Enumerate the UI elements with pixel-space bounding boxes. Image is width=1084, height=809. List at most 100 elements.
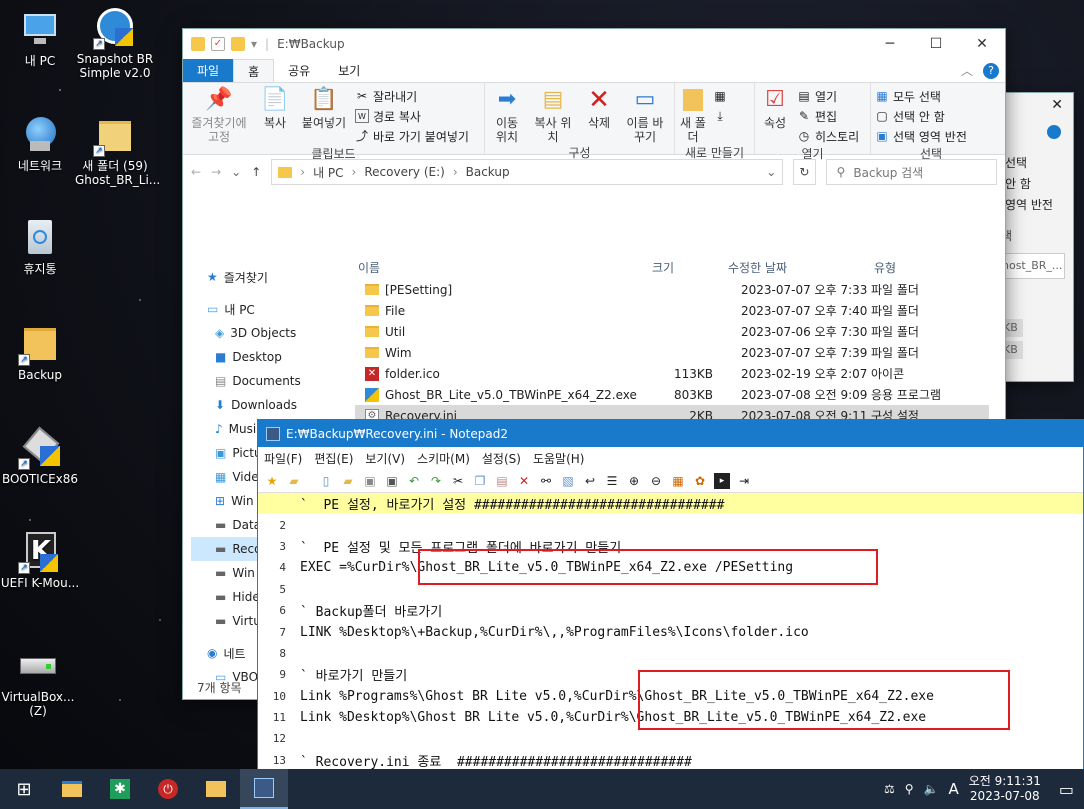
start-button[interactable]: ⊞ — [0, 769, 48, 809]
network-status-icon[interactable]: ⚲ — [905, 782, 914, 796]
menu-view[interactable]: 보기(V) — [365, 450, 405, 467]
volume-icon[interactable]: 🔈 — [924, 782, 939, 796]
menu-settings[interactable]: 설정(S) — [482, 450, 521, 467]
search-input[interactable]: ⚲ Backup 검색 — [825, 159, 997, 185]
zoom-out-icon[interactable]: ⊖ — [648, 473, 664, 489]
close-button[interactable]: ✕ — [959, 29, 1005, 59]
scheme-icon[interactable]: ▦ — [670, 473, 686, 489]
redo-icon[interactable]: ↷ — [428, 473, 444, 489]
pin-quick-access-button[interactable]: 📌 즐겨찾기에 고정 — [187, 87, 251, 145]
desktop-icon-my-pc[interactable]: 내 PC — [0, 10, 80, 68]
desktop-icon-uefi-kmou[interactable]: K ↗ UEFI K-Mou... — [0, 532, 80, 590]
desktop-icon-backup[interactable]: ↗ Backup — [0, 324, 80, 382]
clock[interactable]: 오전 9:11:31 2023-07-08 — [969, 774, 1041, 804]
select-none-label[interactable]: 안 함 — [1005, 174, 1053, 195]
taskbar-folder[interactable] — [192, 769, 240, 809]
taskbar-explorer[interactable] — [48, 769, 96, 809]
palette-icon[interactable]: ✿ — [692, 473, 708, 489]
nav-item[interactable]: ■ Desktop — [191, 345, 351, 369]
up-arrow-icon[interactable]: ↑ — [251, 165, 261, 179]
easy-access-icon[interactable]: ⤓ — [713, 109, 727, 123]
file-row[interactable]: ✕ folder.ico 113KB 2023-02-19 오후 2:07 아이콘 — [355, 363, 989, 384]
notification-icon[interactable]: ▭ — [1059, 780, 1074, 799]
nav-this-pc[interactable]: ▭ 내 PC — [191, 297, 351, 321]
copy-to-button[interactable]: ▤ 복사 위치 — [531, 87, 575, 145]
text-editor[interactable]: 1234567891011121314 ` PE 설정, 바로가기 설정 ###… — [258, 493, 1083, 808]
minimize-button[interactable]: ─ — [867, 29, 913, 59]
notepad2-window[interactable]: E:₩Backup₩Recovery.ini - Notepad2 파일(F) … — [257, 419, 1084, 809]
new-item-icon[interactable]: ▦ — [713, 89, 727, 103]
taskbar-power[interactable]: ⏻ — [144, 769, 192, 809]
word-wrap-icon[interactable]: ↩ — [582, 473, 598, 489]
menu-file[interactable]: 파일(F) — [264, 450, 302, 467]
address-bar[interactable]: › 내 PC › Recovery (E:) › Backup ⌄ — [271, 159, 784, 185]
new-file-icon[interactable]: ▯ — [318, 473, 334, 489]
ime-indicator[interactable]: A — [948, 780, 958, 798]
paste-button[interactable]: 📋 붙여넣기 — [299, 87, 349, 145]
menu-edit[interactable]: 편집(E) — [314, 450, 353, 467]
maximize-button[interactable]: ☐ — [913, 29, 959, 59]
tray-app-icon[interactable]: ⚖ — [884, 782, 895, 796]
nav-item[interactable]: ⬇ Downloads — [191, 393, 351, 417]
copy-button[interactable]: 📄 복사 — [257, 87, 293, 145]
save-icon[interactable]: ▣ — [362, 473, 378, 489]
desktop-icon-booticex86[interactable]: ↗ BOOTICEx86 — [0, 426, 80, 486]
edit-button[interactable]: ✎ 편집 — [797, 107, 859, 125]
cut-button[interactable]: ✂ 잘라내기 — [355, 87, 469, 105]
column-size[interactable]: 크기 — [652, 259, 728, 276]
breadcrumb-backup[interactable]: Backup — [466, 165, 510, 179]
nav-quick-access[interactable]: ★ 즐겨찾기 — [191, 265, 351, 289]
nav-item[interactable]: ◈ 3D Objects — [191, 321, 351, 345]
properties-button[interactable]: ☑ 속성 — [759, 87, 791, 145]
cut-icon[interactable]: ✂ — [450, 473, 466, 489]
copy-icon[interactable]: ❐ — [472, 473, 488, 489]
breadcrumb-my-pc[interactable]: 내 PC — [313, 164, 343, 181]
history-button[interactable]: ◷ 히스토리 — [797, 127, 859, 145]
explorer-titlebar[interactable]: ✓ ▾ | E:₩Backup ─ ☐ ✕ — [183, 29, 1005, 59]
column-modified[interactable]: 수정한 날짜 — [728, 259, 874, 276]
new-folder-quick-icon[interactable] — [231, 37, 245, 51]
delete-icon[interactable]: ✕ — [516, 473, 532, 489]
address-dropdown-icon[interactable]: ⌄ — [766, 165, 776, 179]
open-folder-icon[interactable]: ▰ — [286, 473, 302, 489]
paste-icon[interactable]: ▤ — [494, 473, 510, 489]
desktop-icon-network[interactable]: 네트워크 — [0, 115, 80, 173]
tab-share[interactable]: 공유 — [274, 59, 324, 82]
column-type[interactable]: 유형 — [874, 259, 896, 276]
menu-scheme[interactable]: 스키마(M) — [417, 450, 470, 467]
open-button[interactable]: ▤ 열기 — [797, 87, 859, 105]
back-arrow-icon[interactable]: ← — [191, 165, 201, 179]
select-all-button[interactable]: ▦ 모두 선택 — [875, 87, 987, 105]
help-icon[interactable]: ? — [983, 62, 999, 79]
nav-item[interactable]: ▤ Documents — [191, 369, 351, 393]
find-icon[interactable]: ⚯ — [538, 473, 554, 489]
taskbar-app-green[interactable]: ✱ — [96, 769, 144, 809]
terminal-icon[interactable]: ▸ — [714, 472, 730, 489]
tab-view[interactable]: 보기 — [324, 59, 374, 82]
rename-button[interactable]: ▭ 이름 바꾸기 — [623, 87, 667, 145]
search-box[interactable]: host_BR_... — [999, 253, 1065, 279]
collapse-ribbon-icon[interactable]: ︿ — [961, 62, 973, 79]
select-all-label[interactable]: 선택 — [1005, 153, 1053, 174]
forward-arrow-icon[interactable]: → — [211, 165, 221, 179]
tab-home[interactable]: 홈 — [233, 59, 275, 82]
desktop-icon-new-folder[interactable]: ↗ 새 폴더 (59) Ghost_BR_Li... — [75, 115, 160, 187]
properties-quick-icon[interactable]: ✓ — [211, 37, 225, 51]
move-to-button[interactable]: ➡ 이동 위치 — [489, 87, 525, 145]
save-as-icon[interactable]: ▣ — [384, 473, 400, 489]
open-file-icon[interactable]: ▰ — [340, 473, 356, 489]
taskbar-notepad2[interactable] — [240, 769, 288, 809]
list-icon[interactable]: ☰ — [604, 473, 620, 489]
new-folder-button[interactable]: 새 폴더 — [679, 87, 707, 144]
breadcrumb-recovery-drive[interactable]: Recovery (E:) — [364, 165, 444, 179]
notepad-titlebar[interactable]: E:₩Backup₩Recovery.ini - Notepad2 — [258, 420, 1083, 447]
paste-shortcut-button[interactable]: ⤴ 바로 가기 붙여넣기 — [355, 127, 469, 145]
favorites-star-icon[interactable]: ★ — [264, 473, 280, 489]
file-row[interactable]: [PESetting] 2023-07-07 오후 7:33 파일 폴더 — [355, 279, 989, 300]
desktop-icon-virtualbox[interactable]: VirtualBox... (Z) — [0, 646, 78, 718]
file-row[interactable]: File 2023-07-07 오후 7:40 파일 폴더 — [355, 300, 989, 321]
menu-help[interactable]: 도움말(H) — [533, 450, 585, 467]
copy-path-button[interactable]: W 경로 복사 — [355, 107, 469, 125]
undo-icon[interactable]: ↶ — [406, 473, 422, 489]
desktop-icon-recycle-bin[interactable]: 휴지통 — [0, 218, 80, 276]
